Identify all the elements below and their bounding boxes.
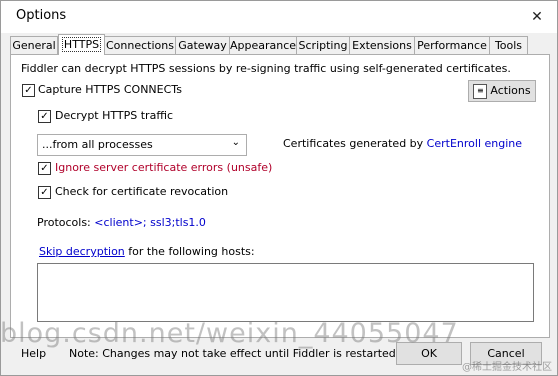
cert-engine-link[interactable]: CertEnroll engine — [427, 137, 522, 150]
ignore-errors-label: Ignore server certificate errors (unsafe… — [55, 161, 273, 174]
close-icon[interactable]: ✕ — [527, 7, 547, 27]
process-filter-value: ...from all processes — [42, 138, 153, 151]
certificate-icon: ≡ — [473, 83, 488, 99]
decrypt-https-checkbox[interactable]: ✓ — [38, 110, 51, 123]
https-panel: Fiddler can decrypt HTTPS sessions by re… — [10, 54, 550, 338]
chevron-down-icon: ⌄ — [231, 137, 240, 148]
ignore-errors-checkbox[interactable]: ✓ — [38, 162, 51, 175]
protocols-link[interactable]: <client>; ssl3;tls1.0 — [94, 216, 206, 229]
window-title: Options — [16, 8, 67, 23]
skip-decryption-row: Skip decryption for the following hosts: — [39, 245, 255, 258]
capture-https-label: Capture HTTPS CONNECTs — [38, 83, 182, 96]
actions-button[interactable]: ≡ Actions — [468, 80, 536, 102]
revocation-checkbox[interactable]: ✓ — [38, 186, 51, 199]
capture-https-checkbox[interactable]: ✓ — [22, 84, 35, 97]
corner-watermark: @稀土掘金技术社区 — [462, 362, 552, 373]
tab-https[interactable]: HTTPS — [58, 34, 105, 55]
skip-hosts-textarea[interactable] — [37, 263, 534, 322]
certificates-generated-text: Certificates generated by CertEnroll eng… — [283, 137, 523, 150]
tab-tools[interactable]: Tools — [489, 36, 528, 54]
tab-performance[interactable]: Performance — [414, 36, 490, 54]
tab-gateway[interactable]: Gateway — [175, 36, 230, 54]
tab-extensions[interactable]: Extensions — [349, 36, 415, 54]
protocols-row: Protocols: <client>; ssl3;tls1.0 — [37, 216, 206, 229]
https-description: Fiddler can decrypt HTTPS sessions by re… — [21, 62, 511, 75]
tab-scripting[interactable]: Scripting — [296, 36, 350, 54]
process-filter-select[interactable]: ...from all processes ⌄ — [37, 134, 247, 156]
revocation-label: Check for certificate revocation — [55, 185, 229, 198]
tab-appearance[interactable]: Appearance — [229, 36, 297, 54]
watermark-text: blog.csdn.net/weixin_44055047 — [0, 318, 459, 349]
tab-connections[interactable]: Connections — [104, 36, 176, 54]
tab-general[interactable]: General — [10, 36, 58, 54]
decrypt-https-label: Decrypt HTTPS traffic — [55, 109, 173, 122]
skip-decryption-link[interactable]: Skip decryption — [39, 245, 125, 258]
title-bar: Options ✕ — [1, 1, 557, 33]
